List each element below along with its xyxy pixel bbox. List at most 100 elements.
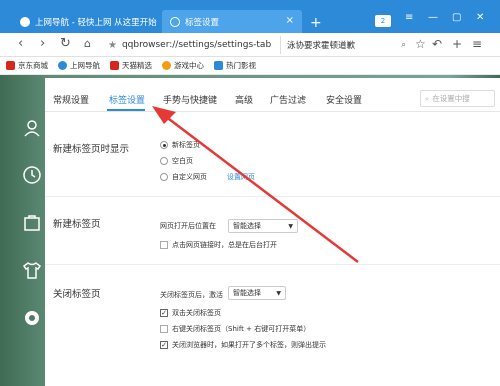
radio-label: 新标签页 xyxy=(172,141,200,149)
bookmark-label: 游戏中心 xyxy=(174,61,204,70)
close-tab-icon[interactable]: × xyxy=(286,15,294,26)
radio-button[interactable] xyxy=(160,157,168,165)
section-title-new-tab-display: 新建标签页时显示 xyxy=(53,144,130,155)
search-icon: ⌕ xyxy=(425,93,430,103)
settings-page: 常规设置 标签设置 手势与快捷键 高级 广告过滤 安全设置 ⌕ 在设置中搜 新建… xyxy=(45,78,500,386)
watermark-domain: jb51.net xyxy=(463,349,500,360)
select-value: 智能选择 xyxy=(233,289,261,297)
checkbox-label: 关闭浏览器时，如果打开了多个标签，则弹出提示 xyxy=(172,341,326,349)
right-click-close-checkbox[interactable]: 右键关闭标签页（Shift + 右键可打开菜单） xyxy=(160,324,310,334)
set-page-link[interactable]: 设置网页 xyxy=(227,172,255,182)
open-position-select[interactable]: 智能选择 ▼ xyxy=(228,219,298,233)
shirt-icon[interactable] xyxy=(22,260,42,280)
checkbox-label: 点击网页链接时，总是在后台打开 xyxy=(172,241,277,249)
tab-gestures[interactable]: 手势与快捷键 xyxy=(163,93,217,106)
bookmark-icon xyxy=(58,61,67,70)
chevron-down-icon: ▼ xyxy=(288,222,293,230)
checkbox[interactable] xyxy=(160,241,168,249)
radio-blank-page[interactable]: 空白页 xyxy=(160,156,193,166)
tab-security[interactable]: 安全设置 xyxy=(326,93,362,106)
tab-settings[interactable]: 标签设置 × xyxy=(162,10,302,33)
active-tab-indicator xyxy=(107,109,145,111)
divider xyxy=(45,264,500,265)
bookmarks-bar: 京东商城 上网导航 天猫精选 游戏中心 热门影视 xyxy=(0,57,500,75)
home-icon[interactable]: ⌂ xyxy=(84,36,91,52)
watermark-brand: 查字典 教程网 xyxy=(362,353,458,369)
menu-icon[interactable]: ≡ xyxy=(472,37,482,51)
settings-search-placeholder: 在设置中搜 xyxy=(432,94,470,103)
url-field[interactable]: ★ qqbrowser://settings/settings-tab xyxy=(108,36,278,54)
after-close-label: 关闭标签页后，激活 xyxy=(160,291,223,299)
settings-tab-icon xyxy=(170,16,180,27)
chevron-down-icon: ▼ xyxy=(276,289,281,297)
bookmark-navigation[interactable]: 上网导航 xyxy=(58,60,100,71)
radio-button[interactable] xyxy=(160,141,168,149)
minimize-icon[interactable]: — xyxy=(428,12,438,23)
tab-label: 标签设置 xyxy=(185,17,220,28)
checkbox-checked[interactable]: ✓ xyxy=(160,309,168,317)
radio-label: 空白页 xyxy=(172,157,193,165)
radio-custom-page[interactable]: 自定义网页 设置网页 xyxy=(160,172,255,182)
close-window-icon[interactable]: ✕ xyxy=(476,12,484,23)
tab-strip: 上网导航 - 轻快上网 从这里开始 标签设置 × + 2 ≡ — ▢ ✕ xyxy=(0,0,500,33)
checkbox[interactable] xyxy=(160,325,168,333)
bookmark-icon xyxy=(6,61,15,70)
radio-button[interactable] xyxy=(160,173,168,181)
bookmark-label: 上网导航 xyxy=(70,61,100,70)
section-title-new-tab-page: 新建标签页 xyxy=(53,219,101,230)
add-icon[interactable]: + xyxy=(452,37,462,51)
url-text: qqbrowser://settings/settings-tab xyxy=(121,40,272,50)
tab-tab-settings[interactable]: 标签设置 xyxy=(109,93,145,106)
checkbox-label: 双击关闭标签页 xyxy=(172,309,221,317)
select-value: 智能选择 xyxy=(233,222,261,230)
settings-search-input[interactable]: ⌕ 在设置中搜 xyxy=(420,90,495,107)
star-icon[interactable]: ★ xyxy=(108,40,117,51)
bookmark-icon xyxy=(214,61,223,70)
tab-ad-filter[interactable]: 广告过滤 xyxy=(270,93,306,106)
close-warning-checkbox[interactable]: ✓ 关闭浏览器时，如果打开了多个标签，则弹出提示 xyxy=(160,340,326,350)
radio-new-tab-page[interactable]: 新标签页 xyxy=(160,140,200,150)
tab-label: 上网导航 - 轻快上网 从这里开始 xyxy=(35,17,157,28)
section-title-close-tab: 关闭标签页 xyxy=(53,289,101,300)
bookmark-icon xyxy=(162,61,171,70)
tab-navigation[interactable]: 上网导航 - 轻快上网 从这里开始 xyxy=(12,10,162,33)
bookmark-jd[interactable]: 京东商城 xyxy=(6,60,48,71)
tab-advanced[interactable]: 高级 xyxy=(235,93,253,106)
user-icon[interactable] xyxy=(22,118,42,138)
undo-icon[interactable]: ↶ xyxy=(432,37,442,51)
tab-general[interactable]: 常规设置 xyxy=(53,93,89,106)
watermark-url: jiaocheng.chazidian.com xyxy=(380,371,467,379)
bag-icon[interactable] xyxy=(22,212,42,232)
search-text: 泳协要求霍顿道歉 xyxy=(287,41,356,51)
search-input[interactable]: 泳协要求霍顿道歉 ⌕ xyxy=(280,36,410,54)
bookmark-label: 京东商城 xyxy=(18,61,48,70)
bookmark-tmall[interactable]: 天猫精选 xyxy=(110,60,152,71)
background-open-checkbox[interactable]: 点击网页链接时，总是在后台打开 xyxy=(160,240,277,250)
new-tab-button[interactable]: + xyxy=(310,16,322,30)
address-bar: ‹ › ↻ ⌂ ★ qqbrowser://settings/settings-… xyxy=(0,33,500,57)
bookmark-icon xyxy=(110,61,119,70)
bookmark-label: 天猫精选 xyxy=(122,61,152,70)
globe-icon xyxy=(20,16,30,27)
bookmark-games[interactable]: 游戏中心 xyxy=(162,60,204,71)
double-click-close-checkbox[interactable]: ✓ 双击关闭标签页 xyxy=(160,308,221,318)
checkbox-label: 右键关闭标签页（Shift + 右键可打开菜单） xyxy=(172,325,311,333)
after-close-select[interactable]: 智能选择 ▼ xyxy=(228,286,286,300)
radio-label: 自定义网页 xyxy=(172,173,207,181)
clock-icon[interactable] xyxy=(22,165,42,185)
checkbox-checked[interactable]: ✓ xyxy=(160,341,168,349)
bookmark-label: 热门影视 xyxy=(226,61,256,70)
open-position-label: 网页打开后位置在 xyxy=(160,222,216,230)
settings-tabs: 常规设置 标签设置 手势与快捷键 高级 广告过滤 安全设置 ⌕ 在设置中搜 xyxy=(45,78,500,112)
menu-icon[interactable]: ≡ xyxy=(405,12,413,23)
refresh-icon[interactable]: ↻ xyxy=(60,36,71,52)
star-collect-icon[interactable]: ☆ xyxy=(415,37,426,51)
maximize-icon[interactable]: ▢ xyxy=(452,12,461,23)
back-icon[interactable]: ‹ xyxy=(18,36,23,52)
search-icon[interactable]: ⌕ xyxy=(401,40,406,50)
forward-icon[interactable]: › xyxy=(40,36,45,52)
gear-icon[interactable] xyxy=(22,308,42,328)
divider xyxy=(45,196,500,197)
tab-count-badge[interactable]: 2 xyxy=(375,15,391,27)
bookmark-movies[interactable]: 热门影视 xyxy=(214,60,256,71)
